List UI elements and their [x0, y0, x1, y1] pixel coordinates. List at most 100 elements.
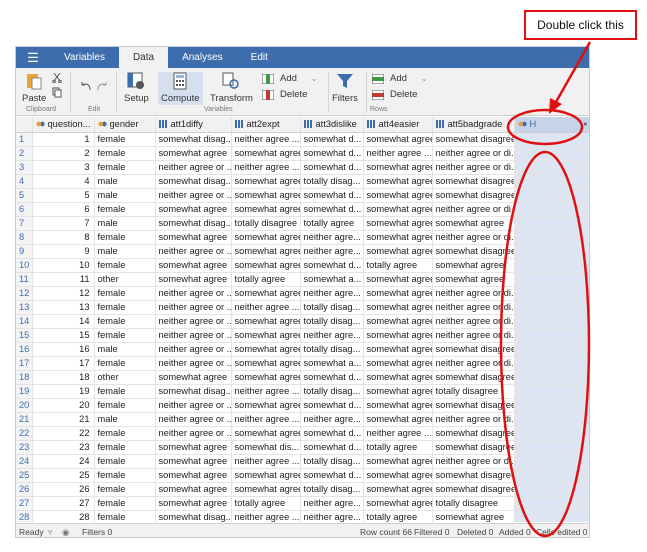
- table-cell-h[interactable]: [514, 258, 589, 273]
- row-number[interactable]: 4: [16, 174, 33, 189]
- table-cell[interactable]: neither agre...: [300, 286, 364, 301]
- row-number[interactable]: 15: [16, 328, 33, 343]
- table-cell[interactable]: somewhat dis...: [231, 440, 301, 455]
- row-number[interactable]: 3: [16, 160, 33, 175]
- table-cell[interactable]: 6: [32, 202, 95, 217]
- table-cell[interactable]: somewhat agree: [363, 300, 433, 315]
- table-cell[interactable]: 1: [32, 132, 95, 147]
- table-cell[interactable]: neither agre...: [300, 412, 364, 427]
- table-cell-h[interactable]: [514, 482, 589, 497]
- table-cell-h[interactable]: [514, 286, 589, 301]
- table-cell[interactable]: totally disag...: [300, 482, 364, 497]
- table-cell[interactable]: 11: [32, 272, 95, 287]
- table-cell[interactable]: 10: [32, 258, 95, 273]
- table-cell[interactable]: totally disagree: [432, 496, 515, 511]
- table-cell[interactable]: somewhat disagree: [432, 174, 515, 189]
- table-cell[interactable]: neither agree ...: [231, 160, 301, 175]
- table-cell[interactable]: 3: [32, 160, 95, 175]
- table-cell-h[interactable]: [514, 454, 589, 469]
- row-number[interactable]: 24: [16, 454, 33, 469]
- table-cell[interactable]: other: [94, 370, 156, 385]
- table-cell-h[interactable]: [514, 356, 589, 371]
- table-cell[interactable]: somewhat agree: [363, 384, 433, 399]
- row-number[interactable]: 1: [16, 132, 33, 147]
- table-cell[interactable]: female: [94, 496, 156, 511]
- add-variable-button[interactable]: Add ⌄: [262, 73, 318, 84]
- table-cell[interactable]: female: [94, 384, 156, 399]
- compute-button[interactable]: Compute: [161, 72, 200, 104]
- table-cell[interactable]: somewhat agree: [155, 454, 232, 469]
- table-cell[interactable]: somewhat agree: [363, 412, 433, 427]
- table-cell[interactable]: neither agree ...: [231, 132, 301, 147]
- row-number[interactable]: 6: [16, 202, 33, 217]
- table-cell[interactable]: totally disag...: [300, 342, 364, 357]
- table-cell[interactable]: somewhat disag...: [155, 132, 232, 147]
- table-cell-h[interactable]: [514, 412, 589, 427]
- table-cell[interactable]: 20: [32, 398, 95, 413]
- table-cell[interactable]: neither agree or ...: [155, 342, 232, 357]
- table-cell-h[interactable]: [514, 328, 589, 343]
- table-cell[interactable]: somewhat agree: [363, 160, 433, 175]
- table-cell[interactable]: somewhat agree: [231, 174, 301, 189]
- table-cell[interactable]: neither agree or di...: [432, 146, 515, 161]
- table-cell[interactable]: somewhat disagree: [432, 188, 515, 203]
- column-header[interactable]: gender: [94, 117, 156, 133]
- row-number[interactable]: 8: [16, 230, 33, 245]
- table-cell[interactable]: somewhat agree: [363, 356, 433, 371]
- table-cell[interactable]: female: [94, 468, 156, 483]
- table-cell[interactable]: somewhat disag...: [155, 216, 232, 231]
- table-cell[interactable]: female: [94, 356, 156, 371]
- row-number[interactable]: 22: [16, 426, 33, 441]
- table-cell[interactable]: female: [94, 426, 156, 441]
- table-cell[interactable]: somewhat agree: [155, 230, 232, 245]
- table-cell[interactable]: somewhat d...: [300, 202, 364, 217]
- tab-edit[interactable]: Edit: [237, 47, 282, 68]
- table-cell[interactable]: somewhat agree: [363, 454, 433, 469]
- table-cell[interactable]: male: [94, 244, 156, 259]
- tab-data[interactable]: Data: [118, 47, 169, 68]
- table-cell[interactable]: neither agree or ...: [155, 244, 232, 259]
- table-cell[interactable]: somewhat agree: [155, 146, 232, 161]
- table-cell[interactable]: somewhat disagree: [432, 244, 515, 259]
- table-cell[interactable]: somewhat d...: [300, 132, 364, 147]
- table-cell[interactable]: somewhat agree: [155, 482, 232, 497]
- table-cell[interactable]: male: [94, 412, 156, 427]
- table-cell[interactable]: somewhat disag...: [155, 510, 232, 522]
- table-cell[interactable]: female: [94, 482, 156, 497]
- table-cell[interactable]: 17: [32, 356, 95, 371]
- table-cell[interactable]: totally agree: [300, 216, 364, 231]
- table-cell[interactable]: neither agree or ...: [155, 412, 232, 427]
- table-cell[interactable]: 18: [32, 370, 95, 385]
- table-cell[interactable]: somewhat agree: [363, 314, 433, 329]
- table-cell[interactable]: somewhat agree: [155, 272, 232, 287]
- table-cell[interactable]: somewhat disagree: [432, 398, 515, 413]
- table-cell[interactable]: female: [94, 146, 156, 161]
- table-cell-h[interactable]: [514, 496, 589, 511]
- table-cell[interactable]: somewhat agree: [231, 230, 301, 245]
- delete-variable-button[interactable]: Delete: [262, 89, 307, 100]
- table-cell[interactable]: female: [94, 160, 156, 175]
- table-cell[interactable]: neither agree or ...: [155, 188, 232, 203]
- table-cell[interactable]: female: [94, 454, 156, 469]
- table-cell[interactable]: neither agree or ...: [155, 286, 232, 301]
- table-cell[interactable]: totally agree: [231, 496, 301, 511]
- table-cell[interactable]: totally agree: [363, 510, 433, 522]
- table-cell[interactable]: somewhat agree: [363, 202, 433, 217]
- table-cell[interactable]: totally agree: [363, 258, 433, 273]
- table-cell[interactable]: somewhat agree: [363, 342, 433, 357]
- filter-icon[interactable]: ▿: [48, 527, 52, 537]
- table-cell-h[interactable]: [514, 314, 589, 329]
- table-cell[interactable]: somewhat agree: [363, 482, 433, 497]
- table-cell[interactable]: 21: [32, 412, 95, 427]
- table-cell-h[interactable]: [514, 426, 589, 441]
- table-cell[interactable]: somewhat d...: [300, 370, 364, 385]
- table-cell[interactable]: totally disag...: [300, 314, 364, 329]
- column-header[interactable]: att2expt: [231, 117, 301, 133]
- row-number[interactable]: 7: [16, 216, 33, 231]
- table-cell-h[interactable]: [514, 160, 589, 175]
- table-cell-h[interactable]: [514, 146, 589, 161]
- row-number[interactable]: 13: [16, 300, 33, 315]
- table-cell[interactable]: neither agree or di...: [432, 412, 515, 427]
- table-cell[interactable]: 8: [32, 230, 95, 245]
- redo-icon[interactable]: [96, 81, 108, 91]
